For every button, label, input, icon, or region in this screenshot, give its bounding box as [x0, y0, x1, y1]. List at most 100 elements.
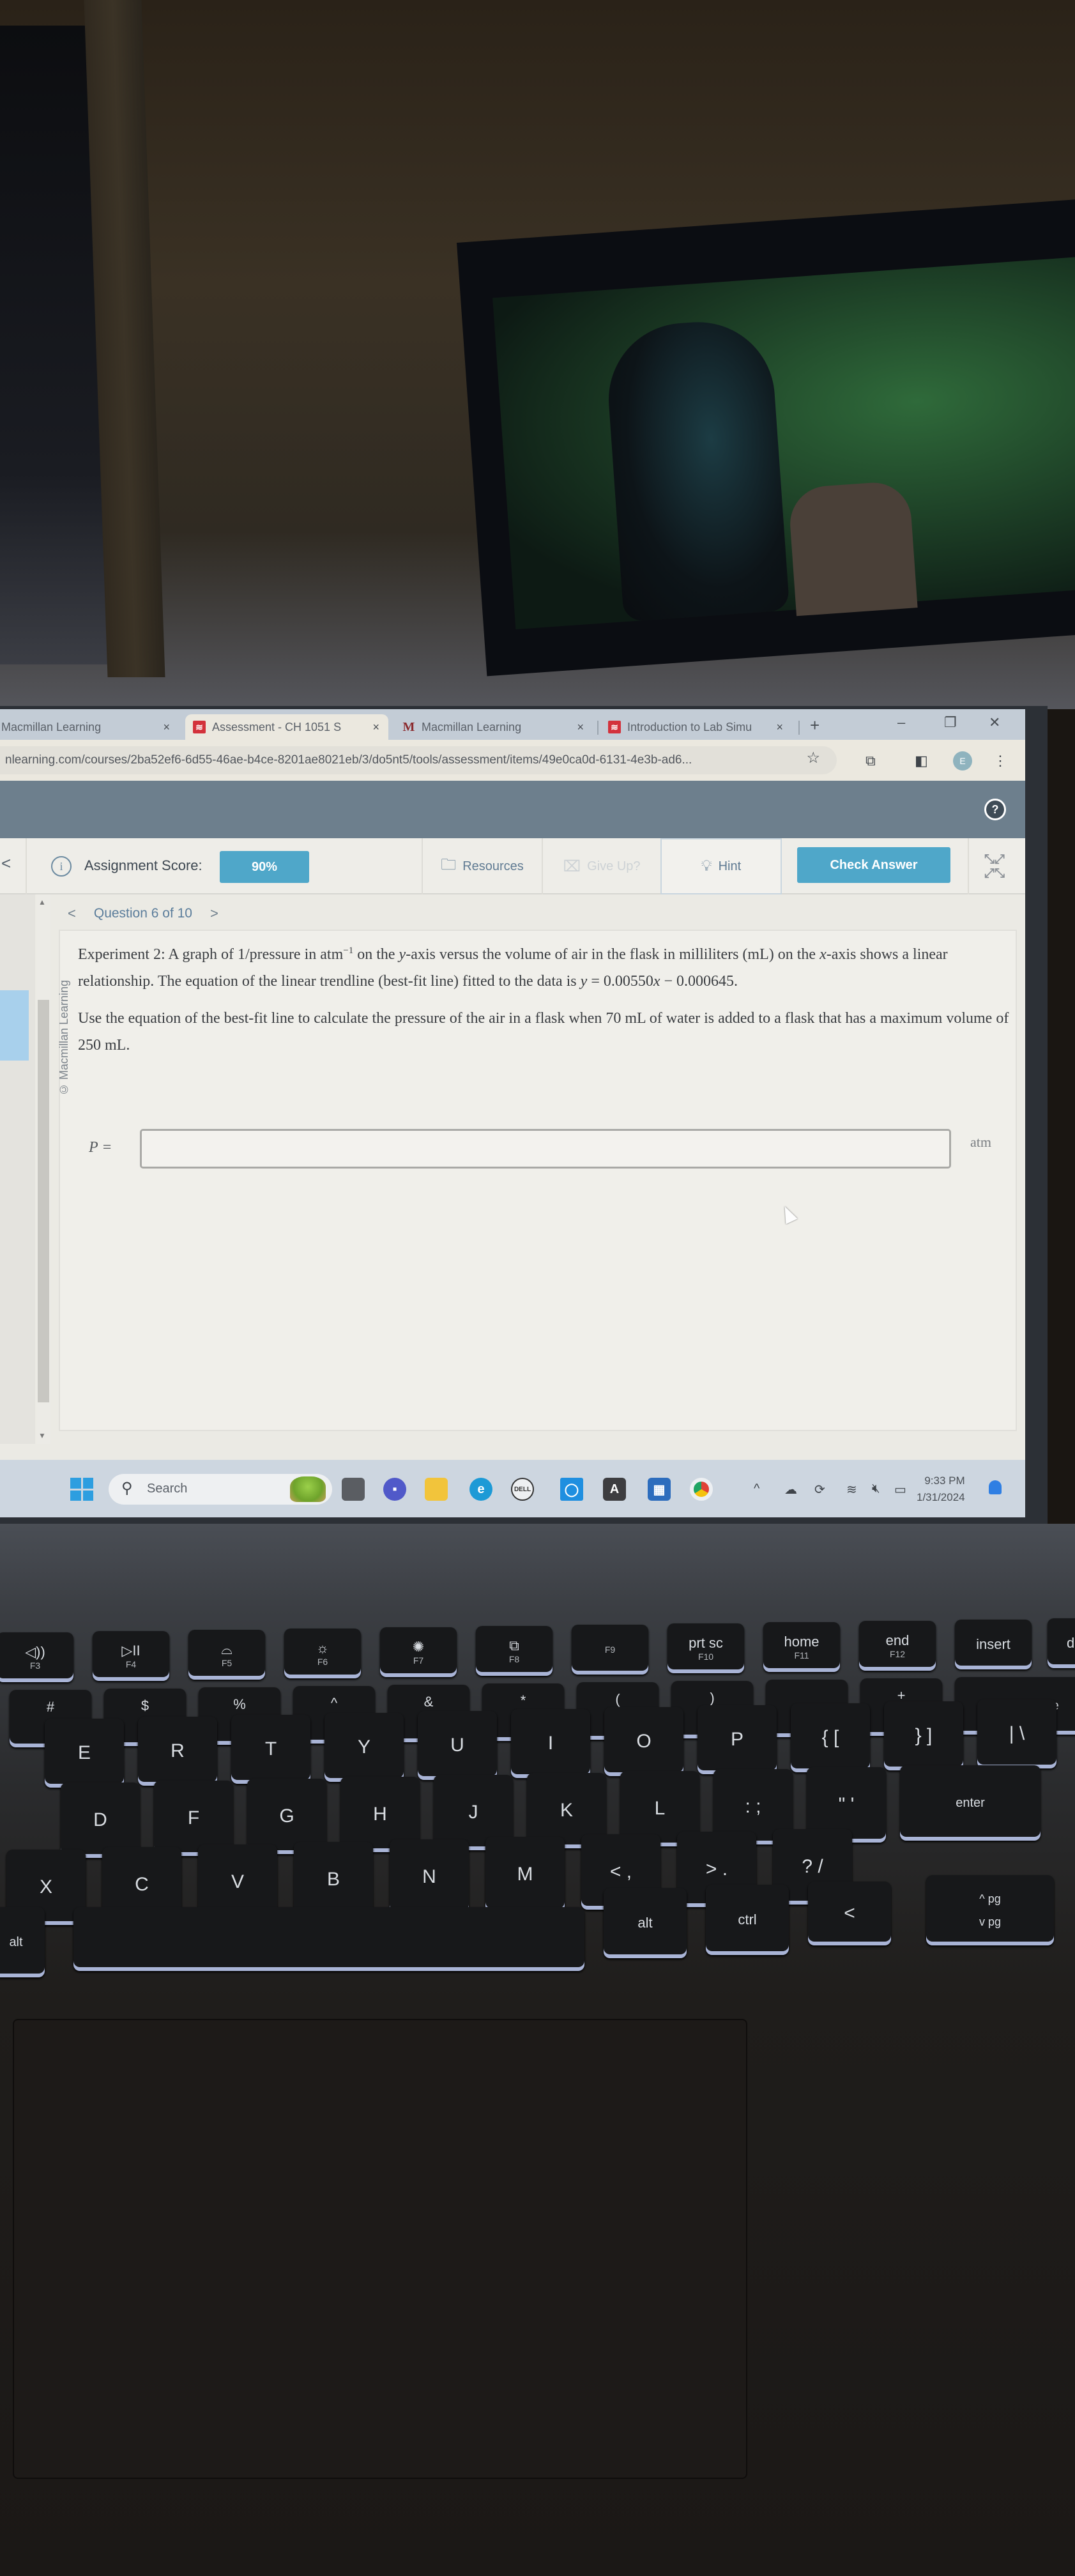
tab-title: Introduction to Lab Simu	[627, 720, 752, 733]
key-fn-f3[interactable]: ◁)) F3	[0, 1632, 73, 1682]
task-view-icon[interactable]	[342, 1478, 365, 1501]
tv-screen	[492, 256, 1075, 630]
windows-taskbar: ⚲ Search ▪ e DELL ◯ A ▦ ^ ☁ ⟳ ≋ 🔇︎ ▭ 9:3…	[0, 1460, 1025, 1517]
browser-menu-icon[interactable]: ⋮	[993, 753, 1007, 769]
touchpad[interactable]	[13, 2019, 747, 2479]
key-][interactable]: } ]	[884, 1701, 963, 1770]
key-fn-insert[interactable]: insert	[955, 1620, 1032, 1669]
hint-button[interactable]: 💡︎ Hint	[660, 838, 782, 894]
resources-button[interactable]: 🗀 Resources	[423, 838, 542, 894]
give-up-label: Give Up?	[587, 859, 641, 873]
new-tab-button[interactable]: +	[810, 716, 820, 735]
key-space[interactable]	[73, 1907, 584, 1971]
side-panel-icon[interactable]: ◧	[915, 753, 928, 769]
extensions-icon[interactable]: ⧉	[865, 753, 876, 769]
close-tab-icon[interactable]: ×	[372, 721, 379, 734]
restore-button[interactable]: ❐	[944, 714, 957, 731]
onedrive-icon[interactable]: ☁	[784, 1482, 797, 1498]
check-answer-button[interactable]: Check Answer	[797, 847, 950, 883]
selected-question-indicator[interactable]	[0, 990, 29, 1061]
key-N[interactable]: N	[390, 1839, 469, 1915]
next-question-button[interactable]: >	[210, 905, 218, 922]
give-up-icon: ⌧	[563, 857, 581, 875]
key-left-alt[interactable]: alt	[0, 1907, 45, 1977]
volume-muted-icon[interactable]: 🔇︎	[872, 1482, 880, 1496]
key-right-alt[interactable]: alt	[604, 1888, 687, 1958]
fullscreen-icon[interactable]: ⤡⤢ ⤢⤡	[980, 852, 1009, 880]
profile-avatar[interactable]: E	[953, 751, 972, 770]
folder-icon: 🗀	[441, 855, 457, 873]
help-icon[interactable]: ?	[984, 799, 1006, 820]
scroll-up-arrow-icon[interactable]: ▲	[38, 898, 46, 907]
minimize-button[interactable]: –	[897, 714, 905, 731]
pressure-answer-input[interactable]	[140, 1129, 951, 1169]
info-icon[interactable]: i	[51, 856, 72, 877]
key-enter[interactable]: enter	[900, 1765, 1041, 1841]
key-fn-f6[interactable]: ☼ F6	[284, 1629, 361, 1678]
notification-bell-icon[interactable]	[989, 1480, 1002, 1494]
key-T[interactable]: T	[231, 1715, 310, 1784]
alexa-icon[interactable]: ◯	[560, 1478, 583, 1501]
key-O[interactable]: O	[604, 1707, 683, 1776]
key-page-up-down[interactable]: ^ pg v pg	[926, 1875, 1054, 1945]
taskbar-search[interactable]: ⚲ Search	[109, 1474, 332, 1505]
key-fn-f11[interactable]: home F11	[763, 1622, 840, 1672]
close-tab-icon[interactable]: ×	[577, 721, 584, 734]
key-fn-f4[interactable]: ▷II F4	[93, 1631, 169, 1681]
key-M[interactable]: M	[485, 1837, 565, 1912]
give-up-button[interactable]: ⌧ Give Up?	[543, 838, 660, 894]
key-fn-f10[interactable]: prt sc F10	[667, 1623, 744, 1673]
question-list-rail	[0, 894, 35, 1444]
key-right-ctrl[interactable]: ctrl	[706, 1885, 789, 1955]
question-counter: Question 6 of 10	[93, 906, 192, 921]
file-explorer-icon[interactable]	[425, 1478, 448, 1501]
scrollbar-thumb[interactable]	[38, 1000, 49, 1402]
address-bar[interactable]: nlearning.com/courses/2ba52ef6-6d55-46ae…	[0, 746, 837, 774]
adobe-icon[interactable]: A	[603, 1478, 626, 1501]
key-P[interactable]: P	[698, 1705, 777, 1774]
bookmark-star-icon[interactable]: ☆	[806, 749, 820, 767]
key-[[interactable]: { [	[791, 1703, 870, 1772]
close-window-button[interactable]: ✕	[989, 714, 1000, 731]
television	[457, 199, 1075, 677]
key-R[interactable]: R	[138, 1717, 217, 1786]
microsoft-store-icon[interactable]: ▦	[648, 1478, 671, 1501]
key-fn-f5[interactable]: ⌓ F5	[188, 1630, 265, 1680]
key-fn-delete[interactable]: delete	[1048, 1618, 1075, 1668]
close-tab-icon[interactable]: ×	[163, 721, 170, 734]
search-highlight-image	[290, 1476, 326, 1502]
question-card: © Macmillan Learning Experiment 2: A gra…	[57, 930, 1017, 1431]
app-header: ?	[0, 781, 1025, 838]
sync-icon[interactable]: ⟳	[814, 1482, 825, 1498]
previous-question-button[interactable]: <	[68, 905, 76, 922]
wifi-icon[interactable]: ≋	[846, 1482, 857, 1498]
key-\[interactable]: | \	[977, 1699, 1056, 1768]
close-tab-icon[interactable]: ×	[776, 721, 783, 734]
key-fn-f12[interactable]: end F12	[859, 1621, 936, 1671]
tab-macmillan-learning-2[interactable]: M Macmillan Learning ×	[395, 714, 593, 740]
key-fn-f9[interactable]: F9	[572, 1625, 648, 1675]
chrome-icon[interactable]	[690, 1478, 713, 1501]
key-fn-f8[interactable]: ⧉ F8	[476, 1626, 553, 1676]
meet-icon[interactable]: ▪	[383, 1478, 406, 1501]
key-arrow-left[interactable]: <	[808, 1882, 891, 1945]
key-U[interactable]: U	[418, 1711, 497, 1780]
collapse-chevron-icon[interactable]: <	[1, 854, 11, 873]
windows-start-icon[interactable]	[70, 1478, 93, 1501]
battery-icon[interactable]: ▭	[894, 1482, 906, 1498]
key-Y[interactable]: Y	[324, 1713, 404, 1782]
laptop-screen: Macmillan Learning × ≋ Assessment - CH 1…	[0, 706, 1048, 1524]
key-E[interactable]: E	[45, 1719, 124, 1788]
tab-assessment[interactable]: ≋ Assessment - CH 1051 S ×	[185, 714, 388, 740]
tab-macmillan-learning-1[interactable]: Macmillan Learning ×	[0, 714, 179, 740]
scroll-down-arrow-icon[interactable]: ▼	[38, 1431, 46, 1440]
tab-intro-lab-sim[interactable]: ≋ Introduction to Lab Simu ×	[600, 714, 792, 740]
system-clock[interactable]: 9:33 PM 1/31/2024	[917, 1473, 965, 1506]
dell-icon[interactable]: DELL	[511, 1478, 534, 1501]
tab-title: Assessment - CH 1051 S	[212, 720, 342, 733]
edge-icon[interactable]: e	[469, 1478, 492, 1501]
key-fn-f7[interactable]: ✺ F7	[380, 1627, 457, 1677]
key-I[interactable]: I	[511, 1709, 590, 1778]
key-B[interactable]: B	[294, 1842, 373, 1917]
show-hidden-icons-chevron[interactable]: ^	[754, 1482, 759, 1496]
